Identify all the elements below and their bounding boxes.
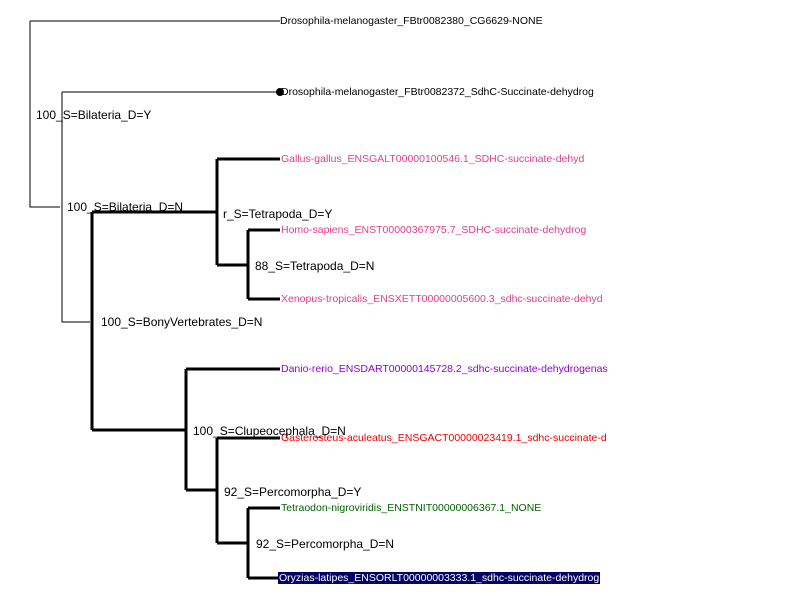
leaf-label-danio: Danio-rerio_ENSDART00000145728.2_sdhc-su… <box>281 363 608 375</box>
node-label-clupeocephala: 100_S=Clupeocephala_D=N <box>193 424 346 438</box>
leaf-label-homo: Homo-sapiens_ENST00000367975.7_SDHC-succ… <box>281 224 587 236</box>
node-label-tetrapoda-1: r_S=Tetrapoda_D=Y <box>223 207 333 221</box>
node-label-tetrapoda-2: 88_S=Tetrapoda_D=N <box>255 259 375 273</box>
leaf-label-drosophila-sdhc: Drosophila-melanogaster_FBtr0082372_SdhC… <box>281 86 594 98</box>
leaf-label-tetraodon: Tetraodon-nigroviridis_ENSTNIT0000000636… <box>281 502 542 514</box>
node-label-percomorpha-1: 92_S=Percomorpha_D=Y <box>224 485 362 499</box>
leaf-label-drosophila-cg6629: Drosophila-melanogaster_FBtr0082380_CG66… <box>280 15 543 27</box>
leaf-label-oryzias-selected[interactable]: Oryzias-latipes_ENSORLT00000003333.1_sdh… <box>278 572 601 584</box>
node-label-percomorpha-2: 92_S=Percomorpha_D=N <box>256 537 395 551</box>
node-label-bilateria-y: 100_S=Bilateria_D=Y <box>36 108 152 122</box>
leaf-label-xenopus: Xenopus-tropicalis_ENSXETT00000005600.3_… <box>281 293 603 305</box>
node-label-bilateria-n: 100_S=Bilateria_D=N <box>67 200 184 214</box>
thin-branches <box>29 20 280 323</box>
thick-branches <box>90 157 280 580</box>
node-label-bony-vertebrates: 100_S=BonyVertebrates_D=N <box>101 315 263 329</box>
leaf-label-gallus: Gallus-gallus_ENSGALT00000100546.1_SDHC-… <box>281 153 585 165</box>
